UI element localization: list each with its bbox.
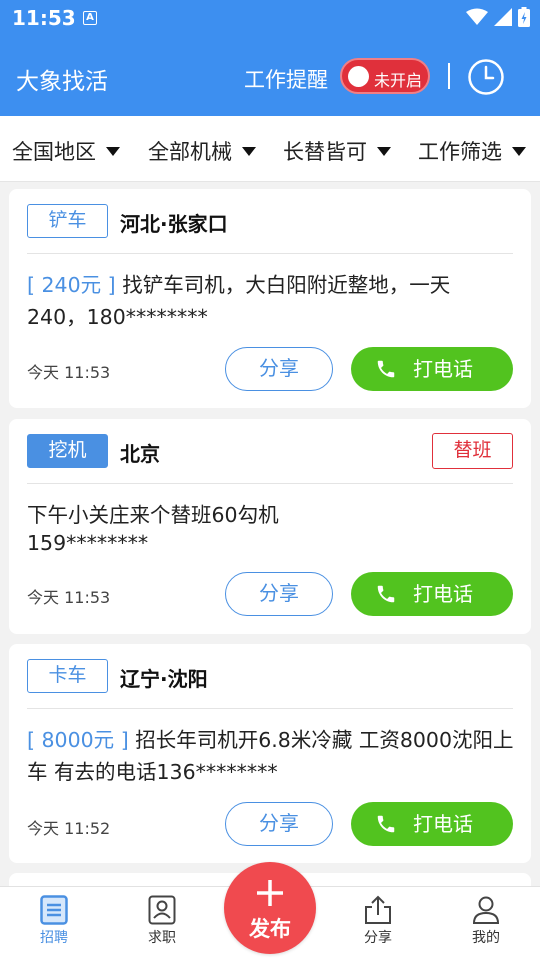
card-divider — [27, 253, 513, 254]
publish-label: 发布 — [249, 917, 291, 941]
battery-icon — [518, 7, 530, 27]
description-line: 240，180******** — [27, 305, 208, 329]
description-line: [ 240元 ] 找铲车司机，大白阳附近整地，一天 — [27, 269, 515, 301]
share-upload-icon — [365, 895, 391, 924]
job-description: 下午小关庄来个替班60勾机 159******** — [27, 501, 515, 557]
dropdown-triangle-icon — [242, 146, 256, 156]
job-description: [ 240元 ] 找铲车司机，大白阳附近整地，一天 240，180*******… — [27, 269, 515, 333]
call-button[interactable]: 打电话 — [351, 572, 513, 616]
post-time: 今天 11:53 — [27, 588, 111, 607]
filter-machinery-label: 全部机械 — [148, 140, 232, 164]
nav-job-seek[interactable]: 求职 — [122, 895, 202, 947]
plus-icon — [257, 880, 283, 906]
filter-work-label: 工作筛选 — [418, 140, 502, 164]
substitute-tag: 替班 — [432, 433, 513, 469]
share-button[interactable]: 分享 — [225, 802, 333, 846]
description-line: 下午小关庄来个替班60勾机 — [27, 503, 279, 527]
work-reminder-toggle[interactable]: 未开启 — [340, 58, 430, 94]
job-price: [ 8000元 ] — [27, 728, 129, 752]
filter-shift-type[interactable]: 长替皆可 — [283, 136, 391, 166]
document-icon — [40, 895, 68, 925]
job-location: 河北·张家口 — [120, 212, 228, 236]
machine-tag: 卡车 — [27, 659, 108, 693]
publish-button[interactable]: 发布 — [224, 862, 316, 954]
clock-icon[interactable] — [467, 58, 505, 96]
filter-shift-type-label: 长替皆可 — [283, 140, 367, 164]
id-card-icon — [148, 895, 176, 925]
job-price: [ 240元 ] — [27, 273, 116, 297]
nav-mine[interactable]: 我的 — [446, 895, 526, 947]
notification-a-icon: A — [83, 11, 97, 25]
dropdown-triangle-icon — [377, 146, 391, 156]
app-bar: 大象找活 工作提醒 未开启 — [0, 36, 540, 116]
description-line: [ 8000元 ] 招长年司机开6.8米冷藏 工资8000沈阳上 — [27, 724, 515, 756]
status-bar: 11:53 A — [0, 0, 540, 36]
work-reminder-label: 工作提醒 — [244, 68, 328, 92]
call-button-label: 打电话 — [413, 357, 473, 381]
filter-machinery[interactable]: 全部机械 — [148, 136, 256, 166]
signal-icon — [494, 8, 512, 26]
nav-recruit-label: 招聘 — [40, 930, 68, 946]
toggle-text: 未开启 — [374, 71, 423, 90]
job-location: 北京 — [120, 442, 160, 466]
call-button[interactable]: 打电话 — [351, 347, 513, 391]
job-location: 辽宁·沈阳 — [120, 667, 208, 691]
dropdown-triangle-icon — [512, 146, 526, 156]
filter-region-label: 全国地区 — [12, 140, 96, 164]
dropdown-triangle-icon — [106, 146, 120, 156]
app-bar-divider — [448, 63, 450, 89]
nav-recruit[interactable]: 招聘 — [14, 895, 94, 947]
nav-share-label: 分享 — [364, 930, 392, 946]
machine-tag: 铲车 — [27, 204, 108, 238]
app-title: 大象找活 — [16, 69, 108, 95]
filter-bar: 全国地区 全部机械 长替皆可 工作筛选 — [0, 116, 540, 182]
share-button[interactable]: 分享 — [225, 347, 333, 391]
description-line: 159******** — [27, 531, 149, 555]
description-text: 找铲车司机，大白阳附近整地，一天 — [122, 273, 451, 297]
phone-icon — [377, 360, 395, 378]
description-text: 招长年司机开6.8米冷藏 工资8000沈阳上 — [135, 728, 514, 752]
job-description: [ 8000元 ] 招长年司机开6.8米冷藏 工资8000沈阳上 车 有去的电话… — [27, 724, 515, 788]
post-time: 今天 11:52 — [27, 819, 111, 838]
job-card[interactable]: 挖机 北京 替班 下午小关庄来个替班60勾机 159******** 今天 11… — [9, 419, 531, 634]
call-button-label: 打电话 — [413, 582, 473, 606]
phone-icon — [377, 585, 395, 603]
status-time: 11:53 — [12, 6, 76, 30]
job-card[interactable]: 铲车 河北·张家口 [ 240元 ] 找铲车司机，大白阳附近整地，一天 240，… — [9, 189, 531, 408]
filter-region[interactable]: 全国地区 — [12, 136, 120, 166]
card-divider — [27, 708, 513, 709]
filter-work[interactable]: 工作筛选 — [418, 136, 526, 166]
nav-mine-label: 我的 — [472, 930, 500, 946]
phone-icon — [377, 815, 395, 833]
post-time: 今天 11:53 — [27, 363, 111, 382]
wifi-icon — [466, 8, 488, 25]
machine-tag: 挖机 — [27, 434, 108, 468]
share-button[interactable]: 分享 — [225, 572, 333, 616]
call-button-label: 打电话 — [413, 812, 473, 836]
nav-job-seek-label: 求职 — [148, 930, 176, 946]
nav-share[interactable]: 分享 — [338, 895, 418, 947]
person-icon — [472, 896, 500, 924]
card-divider — [27, 483, 513, 484]
status-icons — [466, 7, 530, 27]
job-card[interactable]: 卡车 辽宁·沈阳 [ 8000元 ] 招长年司机开6.8米冷藏 工资8000沈阳… — [9, 644, 531, 863]
toggle-knob — [348, 66, 369, 87]
call-button[interactable]: 打电话 — [351, 802, 513, 846]
description-line: 车 有去的电话136******** — [27, 760, 278, 784]
